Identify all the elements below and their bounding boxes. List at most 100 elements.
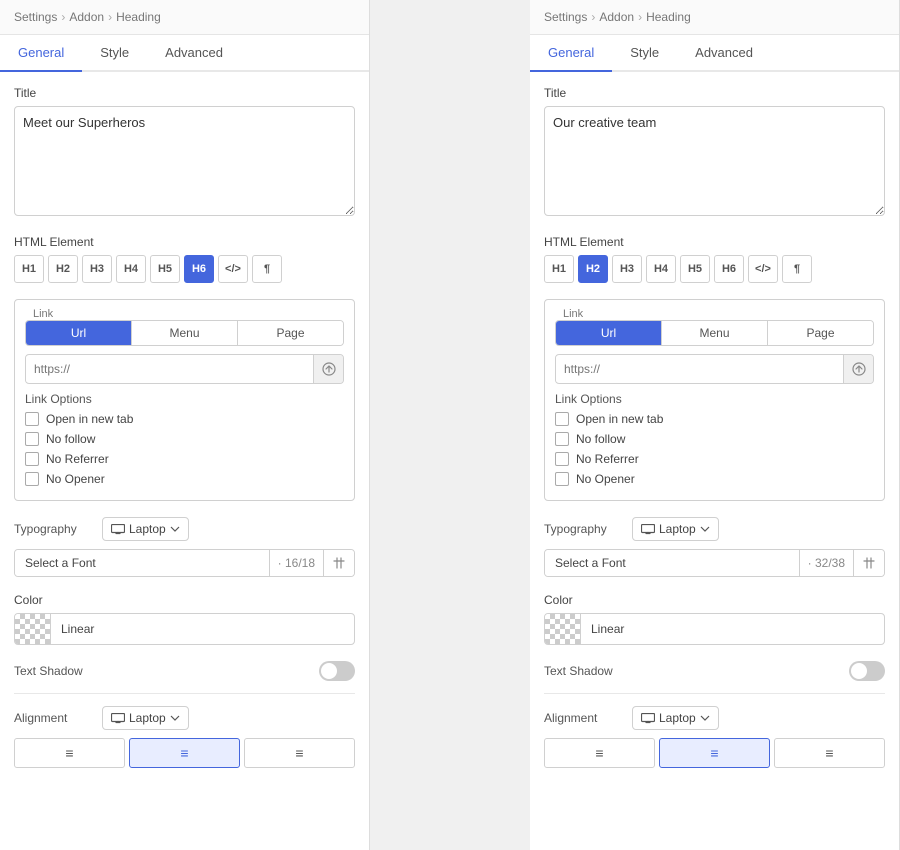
- link-options-label-right: Link Options: [555, 392, 874, 406]
- checkbox-new-tab-input-right[interactable]: [555, 412, 569, 426]
- html-btn-code-right[interactable]: </>: [748, 255, 778, 283]
- checkbox-noopener-label-left: No Opener: [46, 472, 105, 486]
- text-shadow-toggle-right[interactable]: [849, 661, 885, 681]
- checkbox-noreferrer-label-right: No Referrer: [576, 452, 639, 466]
- link-section-left: Link Url Menu Page Link Options: [14, 299, 355, 501]
- text-shadow-toggle-left[interactable]: [319, 661, 355, 681]
- checkbox-noopener-input-right[interactable]: [555, 472, 569, 486]
- html-btn-h6-left[interactable]: H6: [184, 255, 214, 283]
- checkbox-nofollow-label-left: No follow: [46, 432, 95, 446]
- link-legend-left: Link: [29, 308, 344, 320]
- color-row-right[interactable]: Linear: [544, 613, 885, 645]
- title-input-right[interactable]: Our creative team: [544, 106, 885, 216]
- color-label-left: Color: [14, 593, 355, 607]
- html-element-section-left: HTML Element H1 H2 H3 H4 H5 H6 </> ¶: [14, 235, 355, 283]
- html-btn-h1-right[interactable]: H1: [544, 255, 574, 283]
- align-center-btn-left[interactable]: ≡: [129, 738, 240, 768]
- alignment-device-btn-right[interactable]: Laptop: [632, 706, 719, 730]
- font-adjust-btn-left[interactable]: [323, 550, 354, 576]
- url-upload-btn-right[interactable]: [843, 355, 873, 383]
- alignment-label-right: Alignment: [544, 711, 624, 725]
- checkbox-nofollow-right: No follow: [555, 432, 874, 446]
- text-shadow-label-left: Text Shadow: [14, 664, 83, 678]
- color-section-right: Color Linear: [544, 593, 885, 645]
- breadcrumb-heading-right[interactable]: Heading: [646, 10, 691, 24]
- alignment-device-btn-left[interactable]: Laptop: [102, 706, 189, 730]
- text-shadow-label-right: Text Shadow: [544, 664, 613, 678]
- html-btn-h2-left[interactable]: H2: [48, 255, 78, 283]
- align-left-btn-left[interactable]: ≡: [14, 738, 125, 768]
- font-row-right: Select a Font · 32/38: [544, 549, 885, 577]
- link-tab-menu-right[interactable]: Menu: [662, 321, 768, 345]
- url-upload-btn-left[interactable]: [313, 355, 343, 383]
- checkbox-noreferrer-input-left[interactable]: [25, 452, 39, 466]
- html-btn-para-right[interactable]: ¶: [782, 255, 812, 283]
- checkbox-noopener-right: No Opener: [555, 472, 874, 486]
- checkbox-nofollow-left: No follow: [25, 432, 344, 446]
- link-tab-page-right[interactable]: Page: [768, 321, 873, 345]
- checkbox-noreferrer-input-right[interactable]: [555, 452, 569, 466]
- checkbox-new-tab-input-left[interactable]: [25, 412, 39, 426]
- title-input-left[interactable]: Meet our Superheros: [14, 106, 355, 216]
- url-input-right[interactable]: [556, 356, 843, 382]
- breadcrumb-heading[interactable]: Heading: [116, 10, 161, 24]
- device-btn-right[interactable]: Laptop: [632, 517, 719, 541]
- font-adjust-btn-right[interactable]: [853, 550, 884, 576]
- tab-general-left[interactable]: General: [0, 35, 82, 72]
- checkbox-nofollow-input-right[interactable]: [555, 432, 569, 446]
- gap: [370, 0, 530, 850]
- tab-style-left[interactable]: Style: [82, 35, 147, 72]
- align-left-btn-right[interactable]: ≡: [544, 738, 655, 768]
- link-tab-menu-left[interactable]: Menu: [132, 321, 238, 345]
- checkbox-noopener-left: No Opener: [25, 472, 344, 486]
- tab-advanced-right[interactable]: Advanced: [677, 35, 771, 72]
- html-btn-h5-left[interactable]: H5: [150, 255, 180, 283]
- html-btn-h4-left[interactable]: H4: [116, 255, 146, 283]
- link-tab-url-left[interactable]: Url: [26, 321, 132, 345]
- align-center-btn-right[interactable]: ≡: [659, 738, 770, 768]
- color-row-left[interactable]: Linear: [14, 613, 355, 645]
- html-btn-h3-right[interactable]: H3: [612, 255, 642, 283]
- left-panel: Settings › Addon › Heading General Style…: [0, 0, 370, 850]
- breadcrumb-right: Settings › Addon › Heading: [530, 0, 899, 35]
- font-select-left[interactable]: Select a Font: [15, 550, 269, 576]
- typography-label-left: Typography: [14, 522, 94, 536]
- breadcrumb-addon[interactable]: Addon: [69, 10, 104, 24]
- html-btn-code-left[interactable]: </>: [218, 255, 248, 283]
- html-btn-h5-right[interactable]: H5: [680, 255, 710, 283]
- right-panel: Settings › Addon › Heading General Style…: [530, 0, 900, 850]
- checkbox-new-tab-label-left: Open in new tab: [46, 412, 133, 426]
- checkbox-new-tab-right: Open in new tab: [555, 412, 874, 426]
- html-btn-h2-right[interactable]: H2: [578, 255, 608, 283]
- checkbox-new-tab-left: Open in new tab: [25, 412, 344, 426]
- html-btn-para-left[interactable]: ¶: [252, 255, 282, 283]
- color-swatch-left[interactable]: [15, 614, 51, 644]
- align-right-btn-right[interactable]: ≡: [774, 738, 885, 768]
- html-btn-h4-right[interactable]: H4: [646, 255, 676, 283]
- color-swatch-right[interactable]: [545, 614, 581, 644]
- breadcrumb-settings[interactable]: Settings: [14, 10, 57, 24]
- checkbox-noopener-input-left[interactable]: [25, 472, 39, 486]
- align-right-btn-left[interactable]: ≡: [244, 738, 355, 768]
- html-btn-h1-left[interactable]: H1: [14, 255, 44, 283]
- tab-advanced-left[interactable]: Advanced: [147, 35, 241, 72]
- link-tab-page-left[interactable]: Page: [238, 321, 343, 345]
- device-btn-left[interactable]: Laptop: [102, 517, 189, 541]
- tab-general-right[interactable]: General: [530, 35, 612, 72]
- link-fieldset-left: Link Url Menu Page Link Options: [14, 299, 355, 501]
- html-buttons-left: H1 H2 H3 H4 H5 H6 </> ¶: [14, 255, 355, 283]
- html-btn-h3-left[interactable]: H3: [82, 255, 112, 283]
- html-btn-h6-right[interactable]: H6: [714, 255, 744, 283]
- font-select-right[interactable]: Select a Font: [545, 550, 799, 576]
- breadcrumb-settings-right[interactable]: Settings: [544, 10, 587, 24]
- alignment-section-right: Alignment Laptop ≡ ≡ ≡: [544, 706, 885, 768]
- checkbox-nofollow-input-left[interactable]: [25, 432, 39, 446]
- color-label-right: Color: [544, 593, 885, 607]
- breadcrumb-addon-right[interactable]: Addon: [599, 10, 634, 24]
- url-input-left[interactable]: [26, 356, 313, 382]
- tab-style-right[interactable]: Style: [612, 35, 677, 72]
- html-element-section-right: HTML Element H1 H2 H3 H4 H5 H6 </> ¶: [544, 235, 885, 283]
- tabs-left: General Style Advanced: [0, 35, 369, 72]
- link-tab-url-right[interactable]: Url: [556, 321, 662, 345]
- alignment-label-left: Alignment: [14, 711, 94, 725]
